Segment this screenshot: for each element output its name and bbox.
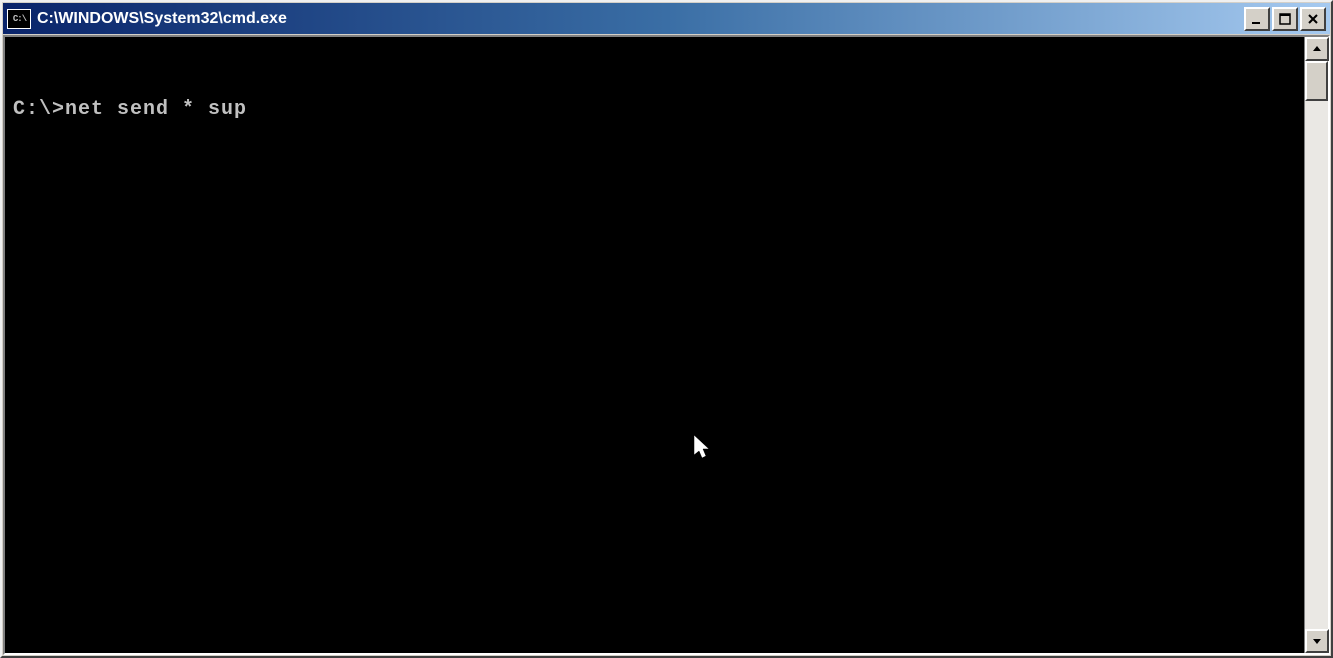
- cmd-icon: C:\: [7, 9, 31, 29]
- close-button[interactable]: [1300, 7, 1326, 31]
- scroll-up-button[interactable]: [1305, 37, 1329, 61]
- scroll-track[interactable]: [1305, 61, 1328, 629]
- console-output[interactable]: C:\>net send * sup: [5, 37, 1304, 653]
- maximize-icon: [1278, 12, 1292, 26]
- console-line: C:\>net send * sup: [13, 99, 1296, 121]
- chevron-down-icon: [1312, 636, 1322, 646]
- chevron-up-icon: [1312, 44, 1322, 54]
- window-title: C:\WINDOWS\System32\cmd.exe: [37, 10, 1244, 28]
- minimize-button[interactable]: [1244, 7, 1270, 31]
- cmd-icon-label: C:\: [13, 14, 26, 24]
- mouse-cursor-icon: [590, 412, 610, 440]
- minimize-icon: [1250, 12, 1264, 26]
- command-text: net send * sup: [65, 98, 247, 121]
- maximize-button[interactable]: [1272, 7, 1298, 31]
- scroll-thumb[interactable]: [1305, 61, 1328, 101]
- vertical-scrollbar: [1304, 37, 1328, 653]
- command-prompt-window: C:\ C:\WINDOWS\System32\cmd.exe: [0, 0, 1333, 658]
- prompt-text: C:\>: [13, 98, 65, 121]
- window-controls: [1244, 7, 1326, 31]
- client-area: C:\>net send * sup: [3, 35, 1330, 655]
- titlebar[interactable]: C:\ C:\WINDOWS\System32\cmd.exe: [2, 2, 1331, 34]
- scroll-down-button[interactable]: [1305, 629, 1329, 653]
- close-icon: [1306, 12, 1320, 26]
